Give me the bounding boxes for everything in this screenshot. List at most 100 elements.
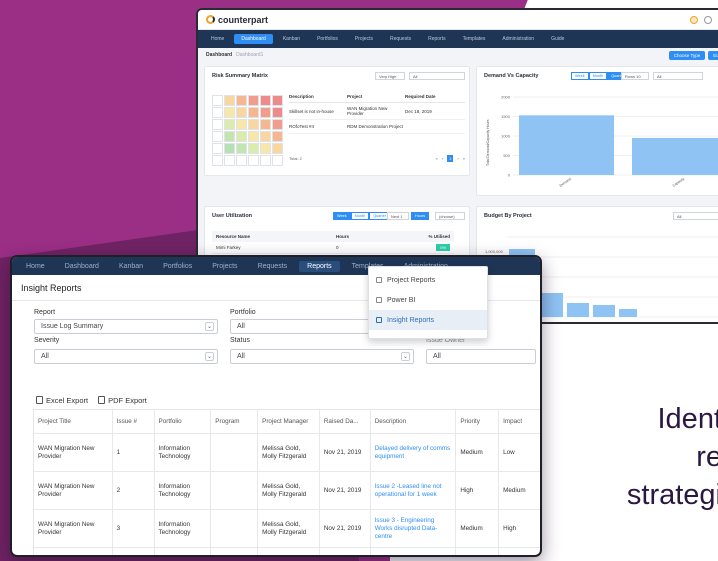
chart-bar[interactable]	[519, 115, 614, 175]
report-select[interactable]: Issue Log Summary ⌄	[34, 319, 218, 334]
budget-bar[interactable]	[539, 293, 563, 317]
utilization-unit-toggle[interactable]: Hours	[411, 212, 430, 220]
table-row[interactable]: WAN Migration New Provider 3 Information T…	[34, 510, 540, 548]
table-row[interactable]: ROfoTest #4 RDM Demonstration Project	[289, 120, 465, 134]
column-header[interactable]: Project Title	[34, 410, 113, 433]
issue-owner-select[interactable]: All	[426, 349, 536, 364]
choose-type-button[interactable]: Choose Type	[668, 50, 706, 60]
matrix-cell[interactable]	[260, 143, 271, 154]
period-week[interactable]: Week	[333, 212, 351, 220]
table-row[interactable]: WAN Migration New Provider 1 Information T…	[34, 434, 540, 472]
column-header[interactable]: % Utilised	[418, 234, 450, 239]
mail-icon[interactable]	[704, 15, 712, 24]
nav-item-reports[interactable]: Reports	[421, 34, 453, 44]
matrix-cell[interactable]	[224, 95, 235, 106]
nav-item-templates[interactable]: Templates	[456, 34, 493, 44]
column-header[interactable]: Program	[211, 410, 259, 433]
status-select[interactable]: All ⌄	[230, 349, 414, 364]
nav-item-portfolios[interactable]: Portfolios	[155, 261, 200, 272]
breadcrumb-sub[interactable]: Dashboard1	[236, 52, 263, 58]
nav-item-projects[interactable]: Projects	[348, 34, 380, 44]
pdf-export-button[interactable]: PDF Export	[98, 396, 147, 405]
column-header[interactable]: Raised Da...	[320, 410, 371, 433]
matrix-cell[interactable]	[224, 131, 235, 142]
menu-item-power-bi[interactable]: Power BI	[369, 290, 487, 310]
menu-item-project-reports[interactable]: Project Reports	[369, 270, 487, 290]
nav-item-guide[interactable]: Guide	[544, 34, 571, 44]
matrix-cell[interactable]	[272, 95, 283, 106]
utilization-role-select[interactable]: (choose)	[435, 212, 465, 220]
nav-item-kanban[interactable]: Kanban	[111, 261, 151, 272]
column-header[interactable]: Description	[289, 94, 347, 99]
column-header[interactable]: Description	[371, 410, 457, 433]
table-row[interactable]: WAN Migration New Provider 2 Information T…	[34, 472, 540, 510]
nav-item-portfolios[interactable]: Portfolios	[310, 34, 345, 44]
issue-description-link[interactable]: RDM Issue #1	[371, 548, 457, 555]
nav-item-requests[interactable]: Requests	[383, 34, 418, 44]
page-button[interactable]: 1	[447, 155, 454, 162]
matrix-cell[interactable]	[224, 143, 235, 154]
column-header[interactable]: Resource Name	[216, 234, 336, 239]
column-header[interactable]: Priority	[456, 410, 500, 433]
table-row[interactable]: Mimi Farkey 0 0%	[212, 242, 454, 254]
table-row[interactable]: RDM Demonstration Project4Software Engin…	[34, 548, 540, 555]
column-header[interactable]: Project Manager	[258, 410, 320, 433]
notification-icon[interactable]	[690, 15, 698, 24]
column-header[interactable]: Impact	[499, 410, 540, 433]
table-row[interactable]: Skillset is not in-house WAN Migration N…	[289, 103, 465, 120]
matrix-cell[interactable]	[224, 119, 235, 130]
matrix-cell[interactable]	[260, 107, 271, 118]
matrix-cell[interactable]	[236, 131, 247, 142]
next-page-icon[interactable]: ›	[457, 156, 458, 161]
column-header[interactable]: Project	[347, 94, 405, 99]
edit-button[interactable]: Edit	[708, 50, 718, 60]
first-page-icon[interactable]: «	[436, 156, 438, 161]
budget-bar[interactable]	[593, 305, 615, 317]
issue-description-link[interactable]: Delayed delivery of comms equipment	[371, 434, 457, 471]
nav-item-reports[interactable]: Reports	[299, 260, 340, 272]
matrix-cell[interactable]	[248, 131, 259, 142]
nav-item-kanban[interactable]: Kanban	[276, 34, 307, 44]
risk-project-select[interactable]: All	[409, 72, 465, 80]
chart-bar[interactable]	[632, 137, 718, 175]
budget-bar[interactable]	[567, 303, 589, 317]
column-header[interactable]: Portfolio	[155, 410, 212, 433]
matrix-cell[interactable]	[236, 119, 247, 130]
budget-bar[interactable]	[619, 309, 637, 317]
column-header[interactable]: Issue #	[113, 410, 155, 433]
matrix-cell[interactable]	[248, 119, 259, 130]
nav-item-projects[interactable]: Projects	[204, 261, 245, 272]
matrix-cell[interactable]	[236, 95, 247, 106]
column-header[interactable]: Hours	[336, 234, 418, 239]
column-header[interactable]: Required Date	[405, 94, 461, 99]
last-page-icon[interactable]: »	[463, 156, 465, 161]
matrix-cell[interactable]	[272, 131, 283, 142]
brand-logo[interactable]: counterpart	[206, 15, 268, 25]
matrix-cell[interactable]	[248, 95, 259, 106]
prev-page-icon[interactable]: ‹	[442, 156, 443, 161]
period-month[interactable]: Month	[350, 212, 370, 220]
severity-select[interactable]: All ⌄	[34, 349, 218, 364]
matrix-cell[interactable]	[224, 107, 235, 118]
issue-description-link[interactable]: Issue 2 -Leased line not operational for…	[371, 472, 457, 509]
nav-item-home[interactable]: Home	[204, 34, 231, 44]
utilization-range-select[interactable]: Next 1	[387, 212, 409, 220]
issue-description-link[interactable]: Issue 3 - Engineering Works disrupted Da…	[371, 510, 457, 547]
matrix-cell[interactable]	[272, 143, 283, 154]
nav-item-home[interactable]: Home	[18, 261, 53, 272]
matrix-cell[interactable]	[272, 119, 283, 130]
menu-item-insight-reports[interactable]: Insight Reports	[369, 310, 487, 330]
nav-item-administration[interactable]: Administration	[495, 34, 541, 44]
matrix-cell[interactable]	[248, 143, 259, 154]
matrix-cell[interactable]	[236, 107, 247, 118]
matrix-cell[interactable]	[260, 131, 271, 142]
matrix-cell[interactable]	[260, 119, 271, 130]
matrix-cell[interactable]	[272, 107, 283, 118]
excel-export-button[interactable]: Excel Export	[36, 396, 88, 405]
matrix-cell[interactable]	[248, 107, 259, 118]
nav-item-dashboard[interactable]: Dashboard	[57, 261, 107, 272]
matrix-cell[interactable]	[236, 143, 247, 154]
risk-severity-select[interactable]: Very High	[375, 72, 405, 80]
nav-item-requests[interactable]: Requests	[250, 261, 296, 272]
matrix-cell[interactable]	[260, 95, 271, 106]
